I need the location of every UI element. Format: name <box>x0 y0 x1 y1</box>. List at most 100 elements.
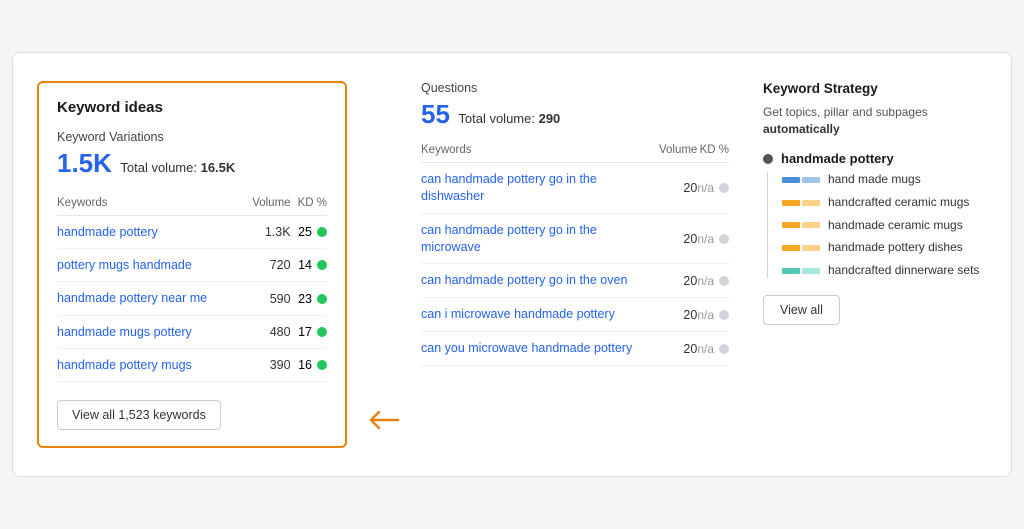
questions-volume-row: 55 Total volume: 290 <box>421 99 729 130</box>
kw-link[interactable]: pottery mugs handmade <box>57 249 243 282</box>
q-link[interactable]: can handmade pottery go in the oven <box>421 264 659 298</box>
q-volume: 20 <box>659 332 697 366</box>
q-col-keywords: Keywords <box>421 140 659 163</box>
q-kd: n/a <box>697 332 729 366</box>
sub-item: handmade ceramic mugs <box>782 218 987 234</box>
variations-total-label: Total volume: 16.5K <box>120 160 235 175</box>
kd-dot-icon <box>317 294 327 304</box>
kw-volume: 480 <box>243 315 291 348</box>
pillar-label: handmade pottery <box>781 151 894 166</box>
ks-title: Keyword Strategy <box>763 81 987 96</box>
q-kd: n/a <box>697 162 729 213</box>
kw-kd: 17 <box>291 315 327 348</box>
sub-bar <box>782 222 820 228</box>
questions-table: Keywords Volume KD % can handmade potter… <box>421 140 729 366</box>
sub-items-tree: hand made mugs handcrafted ceramic mugs … <box>767 172 987 278</box>
q-kd: n/a <box>697 264 729 298</box>
pillar-item: handmade pottery <box>763 151 987 166</box>
kd-dot-icon <box>719 276 729 286</box>
kw-kd: 16 <box>291 348 327 381</box>
variations-label: Keyword Variations <box>57 130 327 144</box>
kd-dot-icon <box>719 234 729 244</box>
kd-dot-icon <box>317 360 327 370</box>
bar-seg-1 <box>782 177 800 183</box>
col-volume-header: Volume <box>243 193 291 216</box>
sub-item-label: hand made mugs <box>828 172 921 188</box>
bar-seg-2 <box>802 200 820 206</box>
bar-seg-2 <box>802 177 820 183</box>
table-row: can i microwave handmade pottery 20 n/a <box>421 298 729 332</box>
q-kd: n/a <box>697 298 729 332</box>
table-row: handmade pottery near me 590 23 <box>57 282 327 315</box>
q-link[interactable]: can handmade pottery go in the microwave <box>421 213 659 264</box>
kw-volume: 390 <box>243 348 291 381</box>
kd-dot-icon <box>317 227 327 237</box>
bar-seg-1 <box>782 268 800 274</box>
sub-item: handmade pottery dishes <box>782 240 987 256</box>
pillar-dot-icon <box>763 154 773 164</box>
table-row: can you microwave handmade pottery 20 n/… <box>421 332 729 366</box>
table-row: can handmade pottery go in the microwave… <box>421 213 729 264</box>
kw-kd: 25 <box>291 215 327 248</box>
kw-link[interactable]: handmade pottery near me <box>57 282 243 315</box>
kw-kd: 14 <box>291 249 327 282</box>
q-link[interactable]: can you microwave handmade pottery <box>421 332 659 366</box>
questions-total: Total volume: 290 <box>458 111 560 126</box>
sub-bar <box>782 200 820 206</box>
bar-seg-1 <box>782 200 800 206</box>
keyword-variations-panel: Keyword ideas Keyword Variations 1.5K To… <box>37 81 347 448</box>
kw-volume: 590 <box>243 282 291 315</box>
questions-panel: Questions 55 Total volume: 290 Keywords … <box>403 81 747 448</box>
sub-item: handcrafted ceramic mugs <box>782 195 987 211</box>
variations-big-number: 1.5K <box>57 148 112 178</box>
kd-dot-icon <box>317 260 327 270</box>
kd-dot-icon <box>317 327 327 337</box>
variations-table: Keywords Volume KD % handmade pottery 1.… <box>57 193 327 382</box>
keyword-strategy-panel: Keyword Strategy Get topics, pillar and … <box>747 81 987 448</box>
bar-seg-2 <box>802 222 820 228</box>
kw-volume: 1.3K <box>243 215 291 248</box>
table-row: handmade mugs pottery 480 17 <box>57 315 327 348</box>
sub-item: handcrafted dinnerware sets <box>782 263 987 279</box>
sub-bar <box>782 177 820 183</box>
view-all-keywords-button[interactable]: View all 1,523 keywords <box>57 400 221 430</box>
arrow-container <box>347 81 403 448</box>
q-link[interactable]: can i microwave handmade pottery <box>421 298 659 332</box>
q-volume: 20 <box>659 298 697 332</box>
q-volume: 20 <box>659 264 697 298</box>
sub-item-label: handcrafted dinnerware sets <box>828 263 979 279</box>
table-row: handmade pottery 1.3K 25 <box>57 215 327 248</box>
sub-item-label: handmade pottery dishes <box>828 240 963 256</box>
questions-big-number: 55 <box>421 99 450 129</box>
table-row: handmade pottery mugs 390 16 <box>57 348 327 381</box>
q-volume: 20 <box>659 213 697 264</box>
ks-subtitle: Get topics, pillar and subpages automati… <box>763 104 987 138</box>
q-link[interactable]: can handmade pottery go in the dishwashe… <box>421 162 659 213</box>
questions-label: Questions <box>421 81 729 95</box>
table-row: pottery mugs handmade 720 14 <box>57 249 327 282</box>
variations-volume-row: 1.5K Total volume: 16.5K <box>57 148 327 179</box>
col-keywords-header: Keywords <box>57 193 243 216</box>
bar-seg-2 <box>802 268 820 274</box>
kw-volume: 720 <box>243 249 291 282</box>
ks-view-all-button[interactable]: View all <box>763 295 840 325</box>
bar-seg-2 <box>802 245 820 251</box>
sub-item-label: handmade ceramic mugs <box>828 218 963 234</box>
kd-dot-icon <box>719 310 729 320</box>
bar-seg-1 <box>782 245 800 251</box>
kw-link[interactable]: handmade pottery <box>57 215 243 248</box>
sub-item: hand made mugs <box>782 172 987 188</box>
table-row: can handmade pottery go in the oven 20 n… <box>421 264 729 298</box>
kw-link[interactable]: handmade mugs pottery <box>57 315 243 348</box>
q-kd: n/a <box>697 213 729 264</box>
kw-kd: 23 <box>291 282 327 315</box>
col-kd-header: KD % <box>291 193 327 216</box>
main-container: Keyword ideas Keyword Variations 1.5K To… <box>12 52 1012 477</box>
sub-item-label: handcrafted ceramic mugs <box>828 195 969 211</box>
arrow-icon <box>355 400 403 440</box>
sub-bar <box>782 268 820 274</box>
bar-seg-1 <box>782 222 800 228</box>
sub-bar <box>782 245 820 251</box>
kw-link[interactable]: handmade pottery mugs <box>57 348 243 381</box>
q-col-kd: KD % <box>697 140 729 163</box>
